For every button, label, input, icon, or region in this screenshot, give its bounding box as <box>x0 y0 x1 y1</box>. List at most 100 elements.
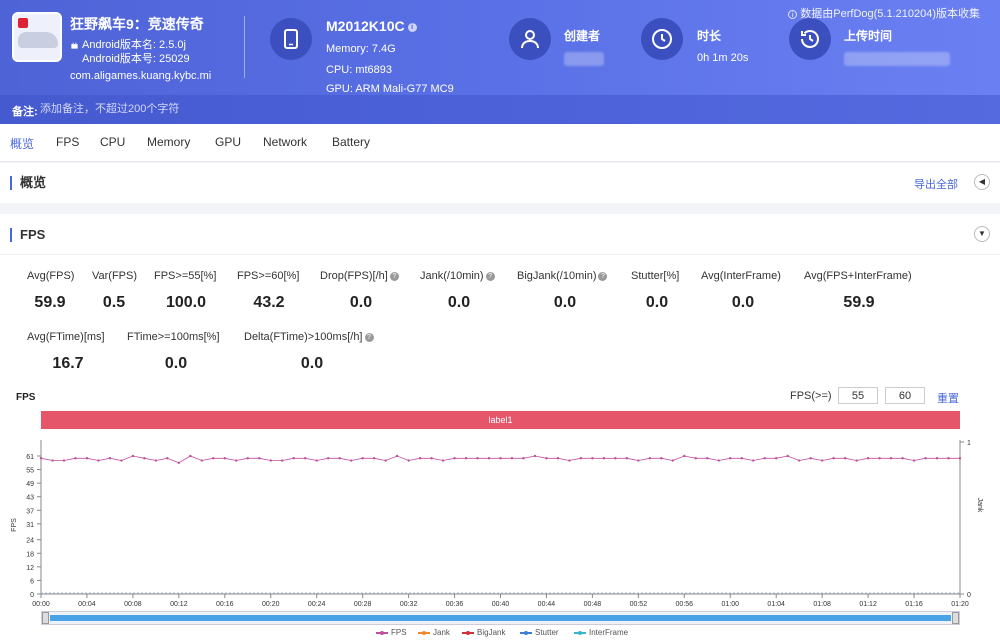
fps-data-point <box>131 454 135 458</box>
help-icon[interactable]: ? <box>485 272 495 281</box>
fps-data-point <box>832 457 835 460</box>
fps-data-point <box>648 457 652 460</box>
info-icon[interactable]: i <box>407 22 417 32</box>
tab-gpu[interactable]: GPU <box>215 135 241 149</box>
fps-data-point <box>901 457 904 460</box>
help-icon[interactable]: ? <box>389 272 399 281</box>
tab-overview[interactable]: 概览 <box>10 135 34 152</box>
fps-data-point <box>395 454 399 458</box>
tab-cpu[interactable]: CPU <box>100 135 125 149</box>
fps-data-point <box>958 457 962 460</box>
export-all-link[interactable]: 导出全部 <box>914 176 958 192</box>
y2-tick-label: 1 <box>967 440 971 447</box>
x-tick-label: 00:12 <box>170 601 188 608</box>
x-tick-label: 00:40 <box>492 601 510 608</box>
divider <box>244 16 245 78</box>
fps-data-point <box>372 457 376 460</box>
fps-data-point <box>866 457 870 460</box>
fps-data-point <box>625 457 629 460</box>
slider-handle-end[interactable] <box>952 612 959 624</box>
tab-network[interactable]: Network <box>263 135 307 149</box>
fps-data-point <box>453 457 456 460</box>
stat-label: Avg(FPS+InterFrame) <box>804 270 912 282</box>
help-icon[interactable]: ? <box>364 333 374 342</box>
x-tick-label: 00:16 <box>216 601 234 608</box>
duration-label: 时长 <box>697 29 722 43</box>
tab-fps[interactable]: FPS <box>56 135 79 149</box>
fps-data-point <box>729 457 732 460</box>
fps-data-point <box>568 459 571 462</box>
time-range-slider[interactable] <box>41 611 960 625</box>
upload-time-label: 上传时间 <box>844 29 893 43</box>
remark-input[interactable] <box>40 99 440 119</box>
fps-data-point <box>545 457 548 460</box>
fps-data-point <box>579 457 583 460</box>
fps-data-point <box>39 457 43 460</box>
fps-data-point <box>522 457 525 460</box>
fps-data-point <box>878 457 881 460</box>
legend-label: Jank <box>433 628 450 637</box>
fps-data-point <box>843 457 847 460</box>
fps-data-point <box>671 459 675 462</box>
fps-data-point <box>189 454 192 458</box>
duration-value: 0h 1m 20s <box>697 52 749 64</box>
fps-data-point <box>797 459 801 462</box>
user-icon <box>521 30 539 49</box>
remark-label: 备注: <box>12 106 38 118</box>
x-tick-label: 00:04 <box>78 601 96 608</box>
x-tick-label: 00:52 <box>630 601 648 608</box>
slider-handle-start[interactable] <box>42 612 49 624</box>
legend-marker <box>380 630 384 635</box>
stat-label: Stutter[%] <box>631 270 680 282</box>
creator-label: 创建者 <box>564 29 601 43</box>
legend-marker <box>524 630 528 635</box>
legend-item-jank[interactable]: Jank <box>418 628 450 637</box>
reset-button[interactable]: 重置 <box>937 390 959 406</box>
x-tick-label: 00:32 <box>400 601 418 608</box>
history-icon-circle <box>789 18 831 60</box>
expand-button[interactable]: ▼ <box>974 226 990 242</box>
fps-data-point <box>154 459 158 462</box>
phone-icon-circle <box>270 18 312 60</box>
device-cpu: CPU: mt6893 <box>326 64 393 76</box>
legend-item-fps[interactable]: FPS <box>376 628 407 637</box>
legend-item-interframe[interactable]: InterFrame <box>574 628 628 637</box>
x-tick-label: 01:08 <box>813 601 831 608</box>
fps-threshold-min-input[interactable] <box>838 387 878 404</box>
y-tick-label: 61 <box>26 454 34 461</box>
y-tick-label: 6 <box>30 578 34 585</box>
fps-data-point <box>820 459 824 462</box>
fps-data-point <box>889 457 893 460</box>
time-range-fill <box>50 615 951 621</box>
tab-bar: 概览 FPS CPU Memory GPU Network Battery <box>0 124 1000 162</box>
fps-data-point <box>694 457 697 460</box>
stat-label-text: Drop(FPS)[/h] <box>320 270 388 282</box>
fps-data-point <box>97 459 100 462</box>
tab-battery[interactable]: Battery <box>332 135 370 149</box>
app-icon <box>12 12 62 62</box>
legend-item-bigjank[interactable]: BigJank <box>462 628 505 637</box>
fps-data-point <box>717 459 720 462</box>
fps-data-point <box>384 459 387 462</box>
x-tick-label: 01:12 <box>859 601 877 608</box>
collapse-button[interactable]: ◀ <box>974 174 990 190</box>
y-tick-label: 0 <box>30 592 34 599</box>
tab-memory[interactable]: Memory <box>147 135 190 149</box>
label-bar[interactable]: label1 <box>41 411 960 429</box>
y-tick-label: 55 <box>26 468 34 475</box>
fps-threshold-max-input[interactable] <box>885 387 925 404</box>
fps-data-point <box>143 457 146 460</box>
help-icon[interactable]: ? <box>598 272 608 281</box>
report-header: 狂野飙车9：竞速传奇 Android版本名: 2.5.0j Android版本号… <box>0 0 1000 124</box>
legend-item-stutter[interactable]: Stutter <box>520 628 559 637</box>
fps-data-point <box>809 457 812 460</box>
fps-data-point <box>246 457 249 460</box>
fps-data-point <box>177 461 181 464</box>
fps-data-point <box>407 459 410 462</box>
fps-data-point <box>269 459 272 462</box>
stat-value: 0.0 <box>731 294 755 311</box>
source-note-text: 数据由PerfDog(5.1.210204)版本收集 <box>800 8 980 20</box>
y-tick-label: 37 <box>26 508 34 515</box>
stat-value: 59.9 <box>843 294 875 311</box>
legend-label: BigJank <box>477 628 506 637</box>
